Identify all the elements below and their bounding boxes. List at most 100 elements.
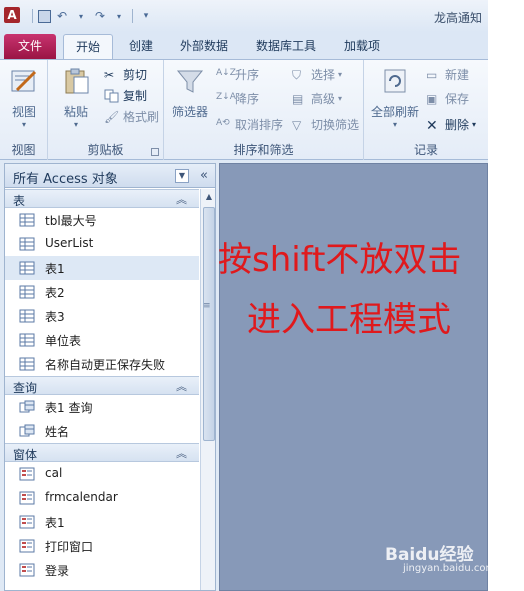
tab-create[interactable]: 创建	[121, 34, 161, 59]
delete-record-button[interactable]: ✕ 删除 ▾	[426, 116, 476, 134]
group-clipboard: 粘贴 ▾ ✂ 剪切 复制 🖌 格式刷 剪贴板	[48, 60, 164, 160]
nav-category-label: 窗体	[13, 448, 38, 462]
chevron-up-icon[interactable]: ︽	[176, 445, 187, 461]
ascending-label: 升序	[235, 68, 260, 82]
nav-category-forms[interactable]: 窗体 ︽	[5, 443, 199, 462]
nav-item-label: 表1 查询	[45, 401, 93, 415]
scissors-icon: ✂	[104, 67, 115, 82]
clipboard-launcher-icon[interactable]	[151, 148, 159, 156]
toggle-filter-label: 切换筛选	[311, 118, 360, 132]
nav-pane-header[interactable]: 所有 Access 对象 ▼ «	[5, 164, 215, 188]
nav-scrollbar[interactable]: ▲ ≡	[200, 189, 215, 590]
table-icon	[19, 357, 35, 371]
save-icon[interactable]	[38, 9, 51, 23]
redo-icon[interactable]: ↷	[92, 9, 108, 23]
view-icon	[11, 70, 37, 92]
collapse-pane-icon[interactable]: «	[195, 167, 213, 185]
advanced-button[interactable]: ▤ 高级 ▾	[292, 90, 342, 107]
new-record-button[interactable]: ▭ 新建	[426, 66, 469, 83]
nav-item-label: frmcalendar	[45, 490, 118, 504]
view-button-label: 视图	[11, 105, 36, 119]
quick-access-toolbar: ↶ ▾ ↷ ▾ ▾	[30, 7, 154, 25]
scroll-up-icon[interactable]: ▲	[203, 191, 215, 203]
paste-button[interactable]: 粘贴 ▾	[56, 66, 96, 129]
descending-label: 降序	[235, 92, 260, 106]
chevron-down-icon[interactable]: ▼	[175, 169, 189, 183]
view-button[interactable]: 视图 ▾	[6, 66, 42, 129]
annotation-line-2: 进入工程模式	[247, 300, 451, 340]
nav-item-table[interactable]: 表3	[5, 304, 199, 328]
group-records-label: 记录	[413, 143, 438, 157]
refresh-icon	[384, 69, 406, 93]
selection-filter-icon: ⛉	[292, 67, 302, 82]
toggle-filter-button[interactable]: ▽ 切换筛选	[292, 116, 359, 133]
table-icon	[19, 309, 35, 323]
remove-sort-button[interactable]: A⟲ 取消排序	[216, 116, 283, 133]
nav-item-label: 表1	[45, 516, 65, 530]
selection-label: 选择	[311, 68, 336, 82]
nav-item-label: 登录	[45, 564, 70, 578]
advanced-filter-icon: ▤	[292, 91, 304, 106]
tab-external-data[interactable]: 外部数据	[172, 34, 236, 59]
delete-x-icon: ✕	[426, 117, 438, 134]
format-painter-icon: 🖌	[104, 109, 120, 124]
nav-item-query[interactable]: 姓名	[5, 419, 199, 443]
nav-item-table-selected[interactable]: 表1	[5, 256, 199, 280]
nav-pane-title[interactable]: 所有 Access 对象	[13, 168, 118, 187]
scrollbar-thumb[interactable]	[203, 207, 215, 441]
query-icon	[19, 424, 35, 437]
nav-item-label: 单位表	[45, 334, 82, 348]
new-record-label: 新建	[445, 68, 470, 82]
nav-item-label: 打印窗口	[45, 540, 94, 554]
nav-item-form[interactable]: 登录	[5, 558, 199, 582]
dropdown-arrow-icon[interactable]: ▾	[111, 12, 127, 21]
copy-button[interactable]: 复制	[104, 87, 147, 104]
nav-category-tables[interactable]: 表 ︽	[5, 189, 199, 208]
access-app-icon[interactable]: A	[4, 7, 20, 23]
watermark: Baidu经验 jingyan.baidu.com	[385, 538, 495, 582]
refresh-all-button[interactable]: 全部刷新 ▾	[370, 66, 420, 129]
format-painter-button[interactable]: 🖌 格式刷	[104, 108, 159, 125]
nav-item-table[interactable]: tbl最大号	[5, 208, 199, 232]
cut-button-label: 剪切	[123, 68, 148, 82]
tab-database-tools[interactable]: 数据库工具	[248, 34, 324, 59]
save-record-label: 保存	[445, 92, 470, 106]
descending-button[interactable]: Z↓A 降序	[216, 90, 259, 107]
nav-item-form[interactable]: cal	[5, 462, 199, 486]
dropdown-arrow-icon: ▾	[21, 120, 26, 129]
nav-item-query[interactable]: 表1 查询	[5, 395, 199, 419]
customize-qat-icon[interactable]: ▾	[138, 11, 154, 21]
nav-item-table[interactable]: 表2	[5, 280, 199, 304]
nav-category-queries[interactable]: 查询 ︽	[5, 376, 199, 395]
nav-item-label: tbl最大号	[45, 214, 97, 228]
tab-file[interactable]: 文件	[4, 34, 56, 59]
group-view: 视图 ▾ 视图	[0, 60, 48, 160]
chevron-up-icon[interactable]: ︽	[176, 191, 187, 207]
undo-icon[interactable]: ↶	[54, 9, 70, 23]
paste-button-label: 粘贴	[63, 105, 88, 119]
window-title: 龙高通知	[433, 11, 482, 25]
chevron-up-icon[interactable]: ︽	[176, 378, 187, 394]
dropdown-arrow-icon[interactable]: ▾	[73, 12, 89, 21]
ribbon-tabs: 文件 开始 创建 外部数据 数据库工具 加载项	[0, 32, 488, 59]
ascending-button[interactable]: A↓Z 升序	[216, 66, 259, 83]
cut-button[interactable]: ✂ 剪切	[104, 66, 147, 83]
nav-item-form[interactable]: frmcalendar	[5, 486, 199, 510]
filter-button[interactable]: 筛选器	[170, 66, 210, 120]
nav-item-table[interactable]: UserList	[5, 232, 199, 256]
format-painter-label: 格式刷	[123, 110, 160, 124]
copy-button-label: 复制	[123, 89, 148, 103]
tab-add-ins[interactable]: 加载项	[336, 34, 388, 59]
nav-item-table[interactable]: 单位表	[5, 328, 199, 352]
funnel-icon	[176, 70, 204, 93]
tab-home[interactable]: 开始	[63, 34, 113, 59]
save-record-button[interactable]: ▣ 保存	[426, 90, 469, 107]
qat-separator	[32, 9, 33, 23]
nav-item-form[interactable]: 表1	[5, 510, 199, 534]
selection-button[interactable]: ⛉ 选择 ▾	[292, 66, 342, 83]
title-bar: A ↶ ▾ ↷ ▾ ▾ 龙高通知	[0, 0, 488, 32]
nav-item-table[interactable]: 名称自动更正保存失败	[5, 352, 199, 376]
advanced-label: 高级	[311, 92, 336, 106]
nav-item-label: UserList	[45, 236, 94, 250]
nav-item-form[interactable]: 打印窗口	[5, 534, 199, 558]
